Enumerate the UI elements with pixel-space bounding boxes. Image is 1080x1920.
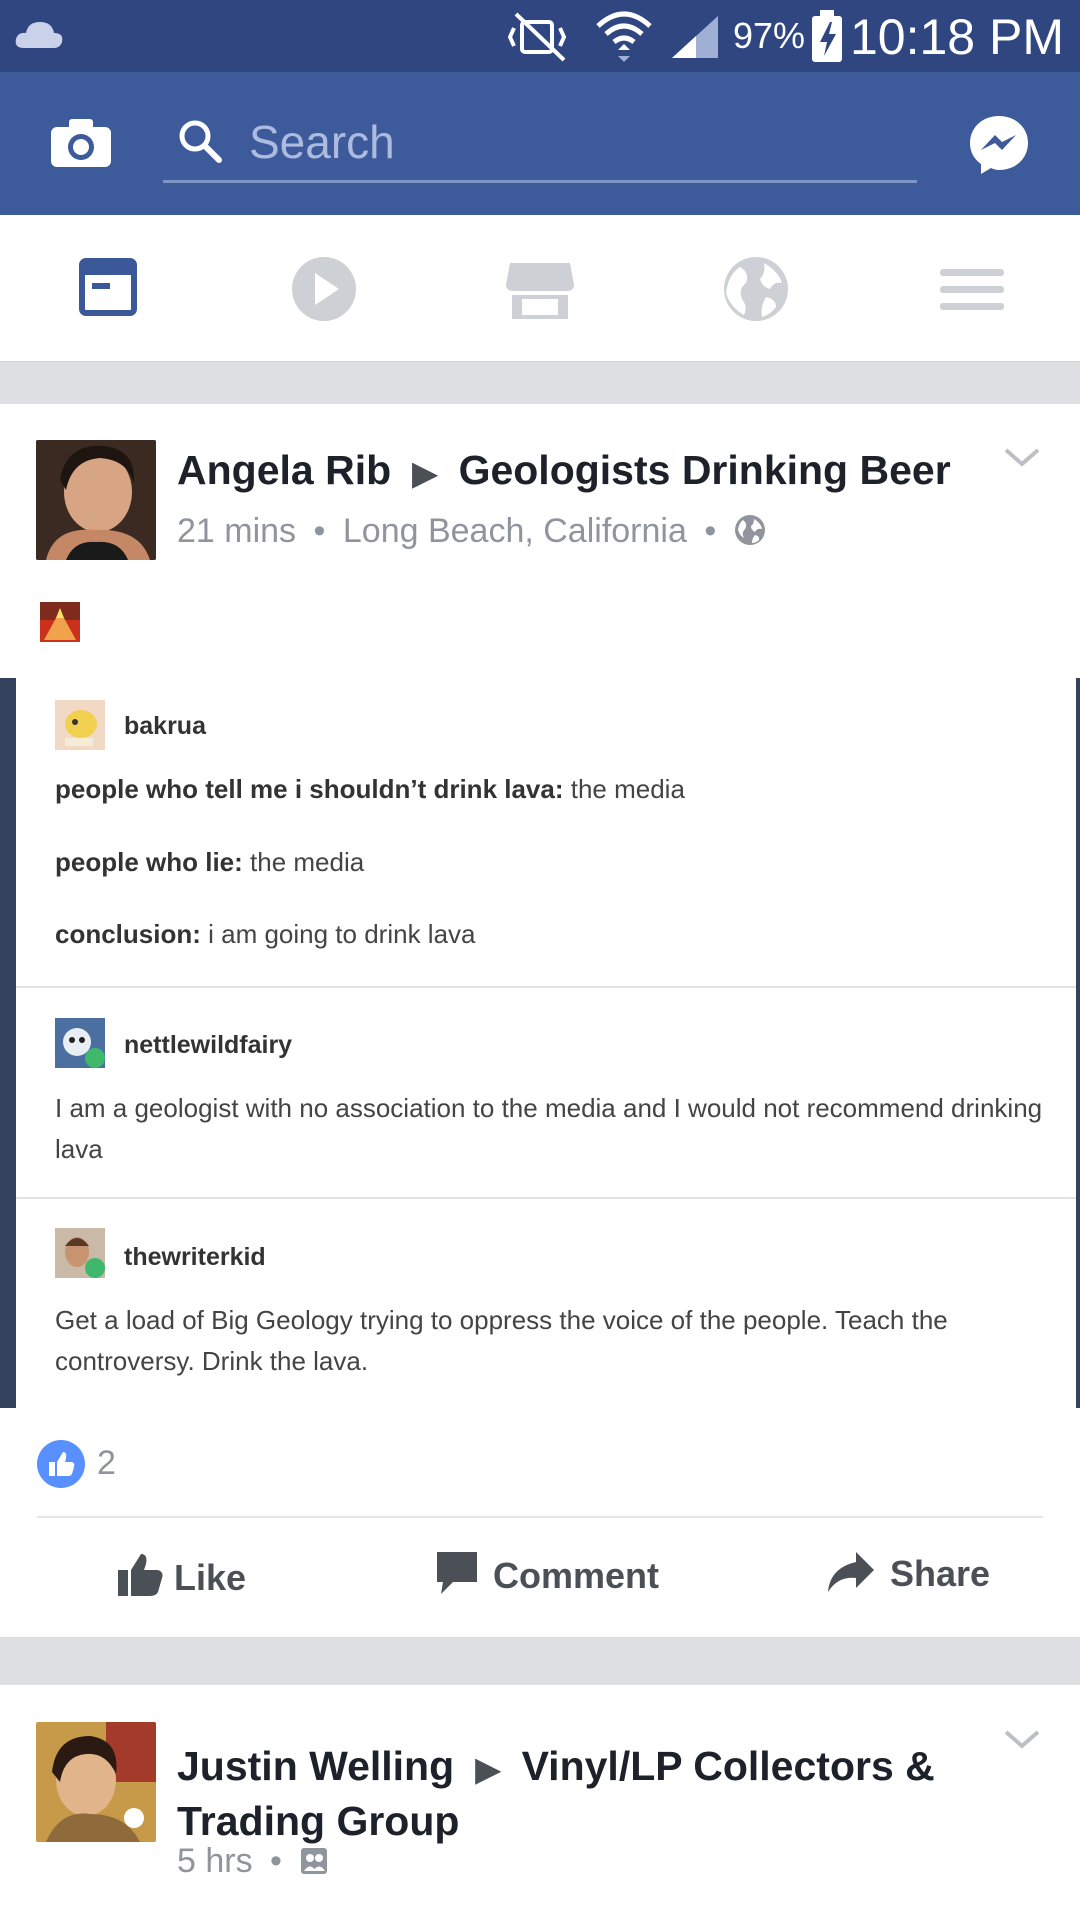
battery-charging-icon	[812, 10, 842, 62]
signal-icon	[672, 16, 718, 58]
arrow-right-icon: ▶	[475, 1751, 501, 1787]
tab-bar	[0, 215, 1080, 363]
tumblr-text-line: conclusion: i am going to drink lava	[55, 919, 476, 950]
comment-label: Comment	[493, 1555, 660, 1596]
text: the media	[563, 774, 685, 804]
menu-icon[interactable]	[936, 253, 1016, 323]
meta-dot: •	[270, 1842, 282, 1880]
wifi-icon	[596, 11, 652, 62]
notifications-globe-icon[interactable]	[716, 253, 796, 323]
tumblr-username: thewriterkid	[124, 1243, 266, 1271]
feed-separator	[0, 1637, 1080, 1685]
group-name[interactable]: Geologists Drinking Beer	[459, 447, 951, 493]
tumblr-text-line: people who tell me i shouldn’t drink lav…	[55, 774, 685, 805]
divider	[16, 1197, 1076, 1199]
meta-dot: •	[704, 512, 717, 550]
marketplace-icon[interactable]	[500, 253, 580, 323]
author-name[interactable]: Angela Rib	[177, 447, 391, 493]
bold-label: people who lie:	[55, 847, 243, 877]
comment-icon	[437, 1552, 477, 1594]
text: the media	[242, 847, 365, 877]
divider	[37, 1516, 1043, 1518]
like-label: Like	[174, 1557, 247, 1598]
like-count: 2	[97, 1444, 116, 1482]
divider	[16, 986, 1076, 988]
video-icon[interactable]	[284, 253, 364, 323]
camera-icon[interactable]	[49, 117, 113, 169]
avatar[interactable]	[36, 440, 156, 560]
avatar[interactable]	[36, 1722, 156, 1842]
mute-vibrate-icon	[508, 12, 567, 62]
tumblr-text-line: people who lie: the media	[55, 847, 364, 878]
group-name[interactable]: Vinyl/LP Collectors &	[522, 1743, 935, 1789]
share-label: Share	[890, 1553, 991, 1594]
post-image[interactable]: bakrua people who tell me i shouldn’t dr…	[0, 678, 1080, 1408]
bold-label: conclusion:	[55, 919, 201, 949]
public-globe-icon	[734, 515, 765, 545]
status-bar: 97% 10:18 PM	[0, 0, 1080, 72]
meta-dot: •	[313, 512, 326, 550]
arrow-right-icon: ▶	[412, 455, 438, 491]
post-time[interactable]: 5 hrs	[177, 1842, 253, 1880]
share-button[interactable]: Share	[826, 1550, 990, 1595]
search-input[interactable]	[247, 108, 891, 176]
group-privacy-icon	[301, 1848, 328, 1874]
share-icon	[828, 1552, 874, 1592]
search-icon	[179, 120, 222, 163]
thumbs-up-icon	[118, 1554, 163, 1596]
feed-separator	[0, 362, 1080, 404]
post-options-chevron-down-icon[interactable]	[1002, 1728, 1042, 1752]
avatar	[55, 1228, 105, 1278]
volcano-emoji-icon	[40, 602, 80, 642]
tumblr-username: bakrua	[124, 712, 206, 740]
avatar	[55, 700, 105, 750]
post-meta: 5 hrs •	[177, 1842, 329, 1881]
avatar	[55, 1018, 105, 1068]
post-time[interactable]: 21 mins	[177, 512, 296, 550]
clock: 10:18 PM	[849, 9, 1064, 65]
tumblr-reply: Get a load of Big Geology trying to oppr…	[55, 1305, 948, 1376]
top-navigation-bar	[0, 72, 1080, 215]
group-name-continued[interactable]: Trading Group	[177, 1798, 459, 1844]
post-options-chevron-down-icon[interactable]	[1002, 446, 1042, 470]
post-header-title: Angela Rib ▶ Geologists Drinking Beer	[177, 447, 951, 494]
cloud-icon	[15, 22, 63, 48]
search-bar[interactable]	[163, 104, 917, 183]
post-location[interactable]: Long Beach, California	[343, 512, 687, 550]
author-name[interactable]: Justin Welling	[177, 1743, 454, 1789]
messenger-icon[interactable]	[968, 114, 1030, 176]
tumblr-reply: I am a geologist with no association to …	[55, 1093, 1043, 1164]
post-meta: 21 mins • Long Beach, California •	[177, 512, 766, 551]
bold-label: people who tell me i shouldn’t drink lav…	[55, 774, 564, 804]
news-feed-icon[interactable]	[68, 253, 148, 323]
comment-button[interactable]: Comment	[435, 1550, 659, 1598]
post-header-title: Justin Welling ▶ Vinyl/LP Collectors & T…	[177, 1740, 997, 1847]
like-badge-icon	[37, 1440, 85, 1488]
like-button[interactable]: Like	[116, 1550, 246, 1599]
battery-percentage: 97%	[732, 15, 805, 56]
text: i am going to drink lava	[200, 919, 476, 949]
tumblr-username: nettlewildfairy	[124, 1031, 293, 1059]
